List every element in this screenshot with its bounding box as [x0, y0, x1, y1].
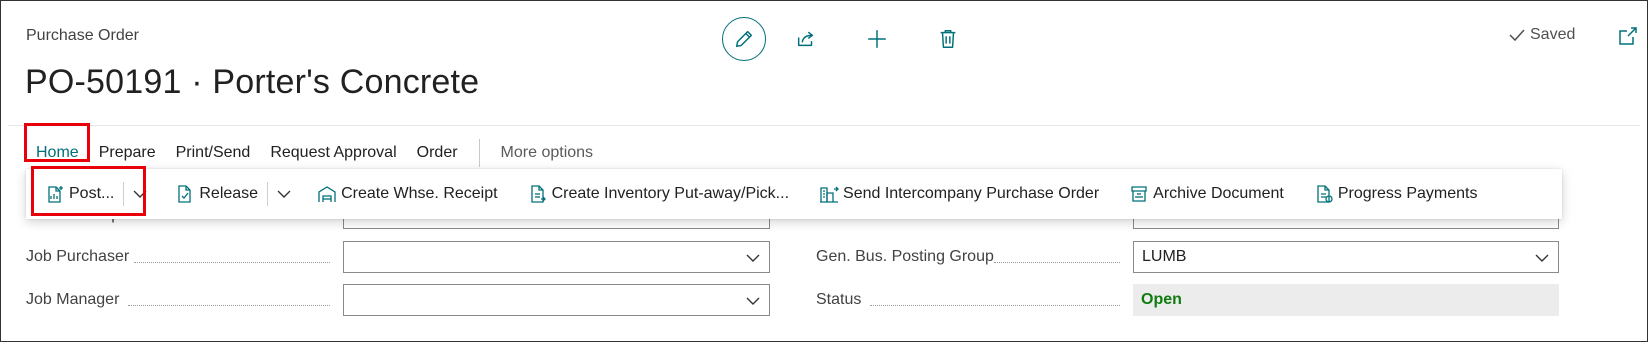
- inventory-document-icon: [530, 185, 546, 203]
- gen-bus-posting-group-label: Gen. Bus. Posting Group: [816, 248, 994, 265]
- new-button[interactable]: [862, 24, 892, 54]
- job-purchaser-dropdown[interactable]: [343, 241, 770, 273]
- archive-icon: [1131, 186, 1147, 202]
- header-divider: [8, 125, 1640, 126]
- leader-dots: [994, 262, 1120, 263]
- share-button[interactable]: [791, 24, 821, 54]
- send-intercompany-label: Send Intercompany Purchase Order: [843, 185, 1100, 202]
- edit-button[interactable]: [722, 17, 766, 61]
- release-document-icon: [178, 185, 192, 203]
- leader-dots: [134, 262, 330, 263]
- pencil-icon: [735, 30, 753, 48]
- gen-bus-posting-group-value: LUMB: [1142, 248, 1187, 265]
- leader-dots: [870, 305, 1120, 306]
- saved-label: Saved: [1530, 26, 1576, 43]
- saved-status: Saved: [1508, 26, 1575, 44]
- action-tabs: Home Prepare Print/Send Request Approval…: [26, 137, 603, 169]
- progress-payments-icon: [1317, 185, 1333, 203]
- status-value: Open: [1133, 284, 1559, 316]
- release-label: Release: [199, 185, 259, 202]
- chevron-down-icon: [746, 297, 760, 305]
- progress-payments-label: Progress Payments: [1337, 185, 1478, 202]
- check-icon: [1509, 29, 1525, 42]
- delete-button[interactable]: [933, 24, 963, 54]
- chevron-down-icon: [746, 254, 760, 262]
- page-actions: [722, 17, 963, 61]
- release-dropdown-button[interactable]: [270, 176, 298, 212]
- create-whse-receipt-label: Create Whse. Receipt: [341, 185, 498, 202]
- home-action-ribbon: Post... Release Create Whse. Receipt Cre…: [26, 169, 1562, 219]
- split-divider: [267, 182, 269, 206]
- intercompany-icon: [820, 186, 839, 203]
- release-button[interactable]: Release: [168, 176, 265, 212]
- status-label: Status: [816, 291, 862, 308]
- send-intercompany-po-button[interactable]: Send Intercompany Purchase Order: [812, 176, 1106, 212]
- gen-bus-posting-group-dropdown[interactable]: LUMB: [1133, 241, 1559, 273]
- tab-print-send[interactable]: Print/Send: [166, 137, 261, 169]
- popout-button[interactable]: [1618, 26, 1638, 46]
- progress-payments-button[interactable]: Progress Payments: [1307, 176, 1485, 212]
- share-icon: [797, 31, 814, 47]
- job-manager-label: Job Manager: [26, 291, 120, 308]
- post-button-highlight: [31, 166, 146, 216]
- more-options-button[interactable]: More options: [491, 137, 604, 169]
- tab-separator: [478, 139, 480, 167]
- home-tab-highlight: [24, 123, 90, 162]
- page-title: PO-50191 · Porter's Concrete: [25, 63, 480, 101]
- leader-dots: [128, 305, 330, 306]
- tab-prepare[interactable]: Prepare: [89, 137, 166, 169]
- page-caption: Purchase Order: [26, 27, 139, 44]
- job-purchaser-label: Job Purchaser: [26, 248, 130, 265]
- open-in-new-window-icon: [1619, 27, 1637, 45]
- create-whse-receipt-button[interactable]: Create Whse. Receipt: [310, 176, 505, 212]
- warehouse-receipt-icon: [318, 186, 336, 202]
- create-inventory-label: Create Inventory Put-away/Pick...: [551, 185, 790, 202]
- archive-document-button[interactable]: Archive Document: [1122, 176, 1291, 212]
- job-manager-dropdown[interactable]: [343, 284, 770, 316]
- trash-icon: [940, 30, 956, 48]
- chevron-down-icon: [277, 190, 291, 198]
- tab-request-approval[interactable]: Request Approval: [260, 137, 406, 169]
- chevron-down-icon: [1535, 254, 1549, 262]
- plus-icon: [868, 30, 886, 48]
- tab-order[interactable]: Order: [407, 137, 468, 169]
- archive-document-label: Archive Document: [1153, 185, 1284, 202]
- create-inventory-putaway-pick-button[interactable]: Create Inventory Put-away/Pick...: [521, 176, 796, 212]
